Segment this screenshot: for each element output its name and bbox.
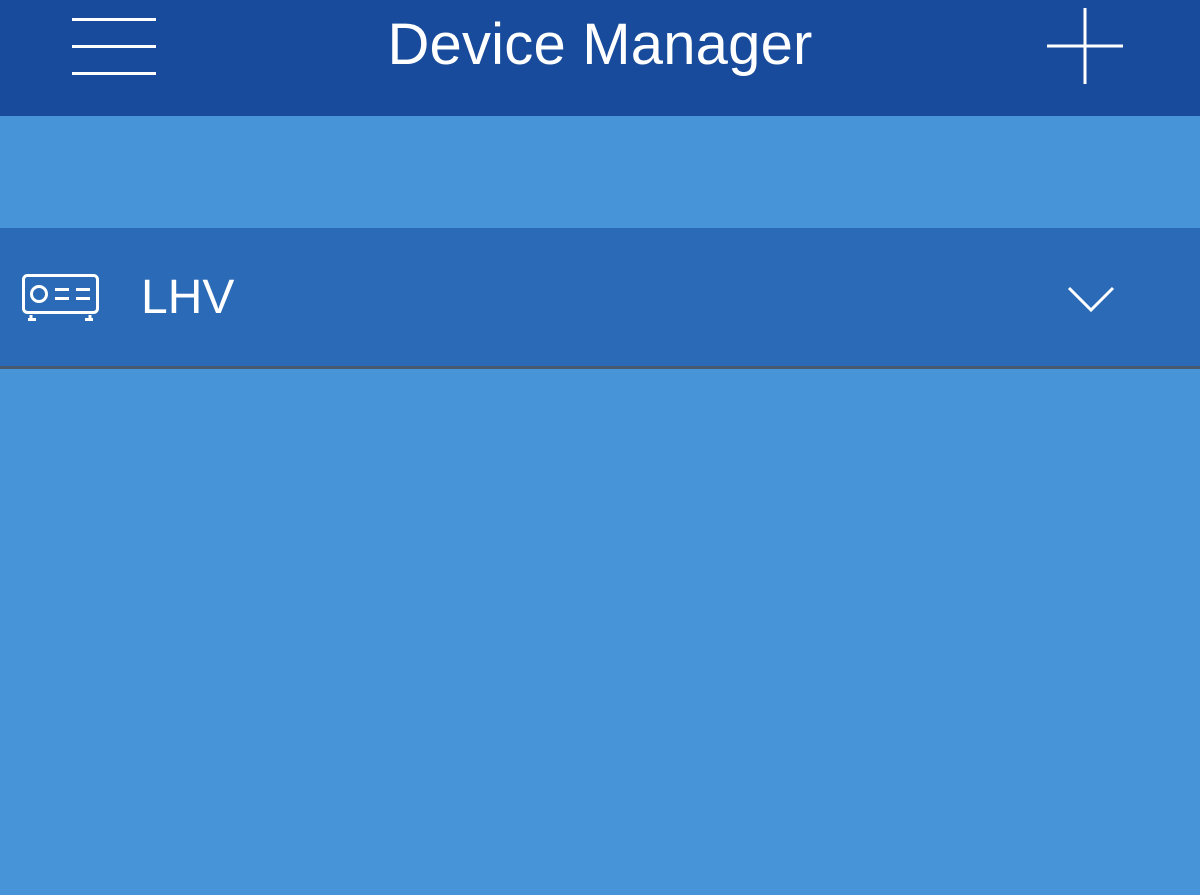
- device-manager-screen: Device Manager LHV: [0, 0, 1200, 895]
- device-list-item[interactable]: LHV: [0, 228, 1200, 366]
- expand-device-button[interactable]: [1060, 274, 1122, 320]
- plus-icon: [1047, 8, 1123, 84]
- header-spacer: [0, 116, 1200, 228]
- chevron-down-icon: [1067, 286, 1115, 313]
- device-list-empty-area: [0, 369, 1200, 895]
- menu-button[interactable]: [58, 4, 170, 88]
- add-device-button[interactable]: [1038, 0, 1132, 94]
- hamburger-menu-icon: [72, 18, 156, 75]
- navigation-bar: Device Manager: [0, 0, 1200, 116]
- projector-device-icon: [20, 272, 102, 324]
- device-name: LHV: [141, 271, 235, 324]
- page-title: Device Manager: [387, 12, 813, 77]
